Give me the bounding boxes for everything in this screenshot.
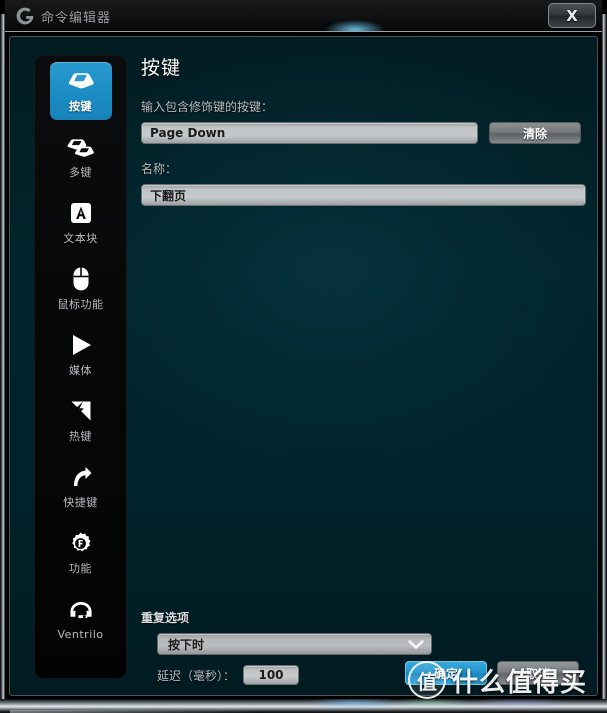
- title-bar: 命令编辑器 X: [5, 0, 602, 32]
- command-editor-window: 命令编辑器 X 按键 多键 文本块 鼠标功能 媒体 热键 快捷键 功能 Vent…: [0, 0, 607, 713]
- headset-icon: [68, 598, 94, 624]
- hotkey-icon: [69, 398, 93, 424]
- name-input[interactable]: 下翻页: [141, 184, 586, 206]
- clear-button[interactable]: 清除: [489, 122, 581, 144]
- sidebar-item-hotkey[interactable]: 热键: [50, 392, 112, 450]
- ok-button[interactable]: 确定: [405, 661, 487, 685]
- window-frame-right: [602, 14, 607, 700]
- key-input-row: Page Down 清除: [141, 122, 581, 144]
- sidebar-item-label: 鼠标功能: [57, 298, 104, 311]
- sidebar-item-label: 快捷键: [63, 496, 98, 509]
- sidebar-item-label: 媒体: [69, 364, 92, 377]
- window-frame-left: [0, 14, 5, 700]
- key-input-label: 输入包含修饰键的按键：: [141, 100, 274, 114]
- repeat-mode-value: 按下时: [168, 637, 205, 652]
- footer-buttons: 确定 取消: [405, 661, 579, 685]
- repeat-options-title: 重复选项: [141, 611, 190, 625]
- content-panel: 按键 多键 文本块 鼠标功能 媒体 热键 快捷键 功能 Ventrilo 按键 …: [9, 36, 598, 696]
- sidebar-item-textblock[interactable]: 文本块: [50, 194, 112, 252]
- sidebar-item-shortcut[interactable]: 快捷键: [50, 458, 112, 516]
- window-body: 按键 多键 文本块 鼠标功能 媒体 热键 快捷键 功能 Ventrilo 按键 …: [5, 32, 602, 700]
- sidebar: 按键 多键 文本块 鼠标功能 媒体 热键 快捷键 功能 Ventrilo: [34, 55, 127, 679]
- sidebar-item-label: 热键: [69, 430, 92, 443]
- main-content: 按键 输入包含修饰键的按键： Page Down 清除 名称： 下翻页 重复选项…: [141, 53, 586, 685]
- window-title: 命令编辑器: [41, 11, 112, 26]
- sidebar-item-label: 多键: [69, 166, 92, 179]
- chevron-down-icon: [408, 639, 424, 649]
- sidebar-item-multikey[interactable]: 多键: [50, 128, 112, 186]
- key-input[interactable]: Page Down: [141, 122, 478, 144]
- mouse-icon: [71, 266, 91, 292]
- delay-label: 延迟（毫秒）：: [157, 668, 236, 683]
- delay-input[interactable]: 100: [243, 665, 300, 685]
- sidebar-item-label: 按键: [69, 100, 92, 113]
- gear-f-icon: [68, 530, 93, 556]
- sidebar-item-function[interactable]: 功能: [50, 524, 112, 582]
- sidebar-item-label: 功能: [69, 562, 92, 575]
- sidebar-item-keystroke[interactable]: 按键: [49, 62, 112, 120]
- close-button[interactable]: X: [548, 3, 596, 28]
- keycap-icon: [67, 68, 95, 94]
- play-icon: [68, 332, 94, 358]
- shortcut-icon: [69, 464, 93, 490]
- sidebar-item-label: Ventrilo: [57, 627, 104, 641]
- g-logo-icon: [13, 4, 37, 28]
- sidebar-item-mouse-function[interactable]: 鼠标功能: [50, 260, 112, 318]
- sidebar-item-ventrilo[interactable]: Ventrilo: [50, 590, 112, 648]
- textblock-icon: [69, 200, 93, 226]
- sidebar-item-label: 文本块: [63, 232, 98, 245]
- cancel-button[interactable]: 取消: [497, 661, 579, 685]
- multikey-icon: [66, 134, 96, 160]
- repeat-mode-select[interactable]: 按下时: [157, 633, 432, 655]
- page-title: 按键: [141, 57, 182, 79]
- sidebar-item-media[interactable]: 媒体: [50, 326, 112, 384]
- name-input-label: 名称：: [141, 162, 178, 176]
